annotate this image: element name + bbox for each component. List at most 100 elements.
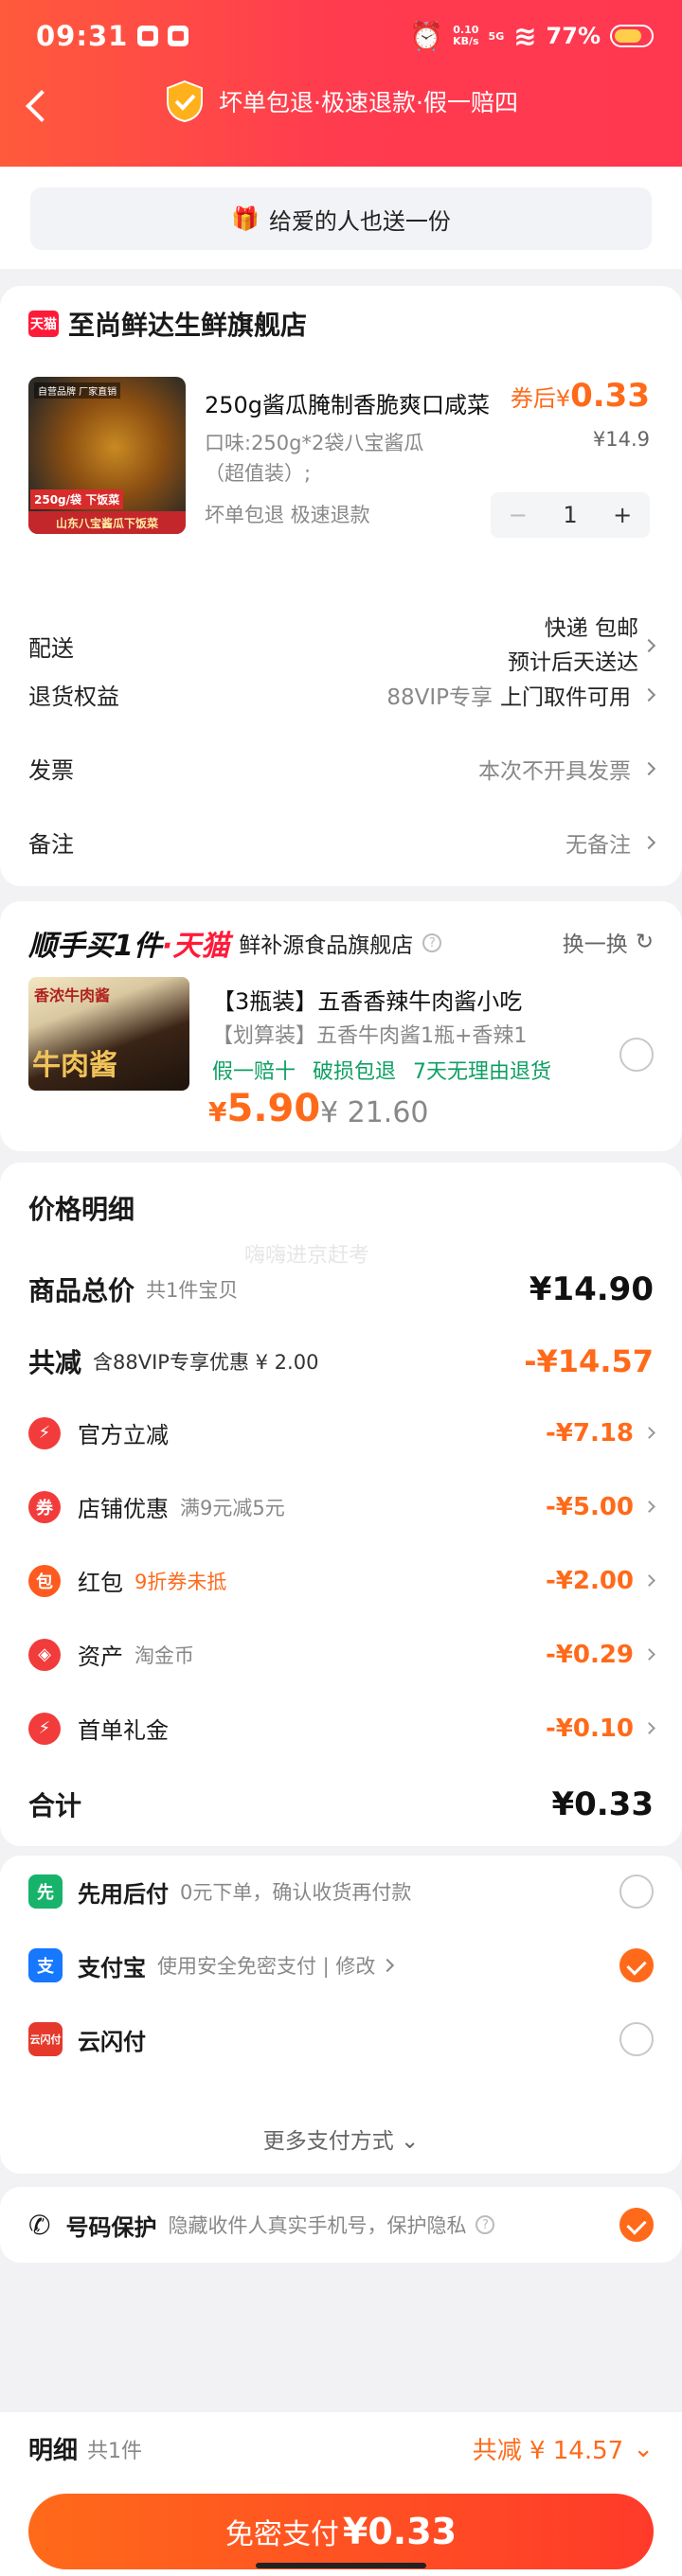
returns-value: 88VIP专享 上门取件可用 — [386, 679, 656, 711]
pay-later-radio[interactable] — [619, 1874, 654, 1909]
price-detail-card: 价格明细 嗨嗨进京赶考 商品总价 共1件宝贝 ¥14.90 共减 含88VIP专… — [0, 1163, 682, 1846]
quantity-increase-button[interactable]: + — [613, 502, 632, 528]
addon-product-image[interactable]: 香浓牛肉酱 牛肉酱 — [28, 977, 189, 1091]
discount-sub: 淘金币 — [135, 1643, 194, 1667]
pay-method-name: 先用后付 — [78, 1880, 169, 1908]
protect-radio[interactable] — [619, 2208, 654, 2242]
addon-price: ¥5.90 — [208, 1087, 321, 1130]
price-detail-title: 价格明细 — [28, 1194, 135, 1225]
discount-row-firstorder[interactable]: ⚡ 首单礼金 -¥0.10 — [28, 1712, 655, 1745]
addon-image-caption: 牛肉酱 — [32, 1049, 117, 1082]
addon-logo: 顺手买1件·天猫 — [28, 930, 230, 963]
lightning-icon: ⚡ — [28, 1416, 61, 1449]
payment-card: 先 先用后付 0元下单，确认收货再付款 支 支付宝 使用安全免密支付 | 修改 … — [0, 1856, 682, 2174]
addon-card: 顺手买1件·天猫 鲜补源食品旗舰店 ? 换一换 ↻ 香浓牛肉酱 牛肉酱 【3瓶装】… — [0, 901, 682, 1151]
pay-method-unionpay[interactable]: 云闪付 云闪付 — [28, 2022, 654, 2056]
discount-row-asset[interactable]: ◈ 资产 淘金币 -¥0.29 — [28, 1638, 655, 1671]
discount-total-label: 共减 — [28, 1347, 82, 1378]
discount-row-shop[interactable]: 券 店铺优惠 满9元减5元 -¥5.00 — [28, 1490, 655, 1523]
pay-later-icon: 先 — [28, 1874, 63, 1909]
shield-check-icon — [164, 80, 206, 123]
saved-amount: 共减 ¥ 14.57 ⌄ — [472, 2434, 654, 2466]
addon-tag: 假一赔十 — [212, 1060, 296, 1084]
number-protect-row[interactable]: ✆ 号码保护 隐藏收件人真实手机号，保护隐私 ? — [28, 2208, 654, 2242]
note-row[interactable]: 备注 无备注 — [28, 826, 656, 859]
swap-button[interactable]: 换一换 ↻ — [563, 926, 654, 958]
discount-row-official[interactable]: ⚡ 官方立减 -¥7.18 — [28, 1416, 655, 1449]
gift-section: 🎁 给爱的人也送一份 — [0, 167, 682, 269]
discount-amount: -¥2.00 — [546, 1567, 655, 1595]
delivery-row[interactable]: 配送 快递 包邮 预计后天送达 — [28, 612, 656, 680]
sum-label: 合计 — [28, 1790, 82, 1821]
product-image[interactable]: 自营品牌 厂家直销 250g/袋 下饭菜 山东八宝酱瓜下饭菜 — [28, 377, 186, 534]
quantity-value[interactable]: 1 — [563, 502, 577, 528]
pay-method-alipay[interactable]: 支 支付宝 使用安全免密支付 | 修改 — [28, 1948, 654, 1982]
protect-desc: 隐藏收件人真实手机号，保护隐私 — [168, 2214, 467, 2237]
status-bar: 09:31 ⏰ 0.10 KB/s 5G ≋ 77% — [36, 13, 654, 59]
addon-original-price: ¥ 21.60 — [320, 1096, 429, 1129]
addon-title[interactable]: 【3瓶装】五香香辣牛肉酱小吃 — [212, 983, 522, 1016]
delivery-label: 配送 — [28, 634, 74, 662]
discount-sub: 9折券未抵 — [135, 1570, 227, 1593]
goods-total-sub: 共1件宝贝 — [146, 1279, 239, 1302]
returns-row[interactable]: 退货权益 88VIP专享 上门取件可用 — [28, 678, 656, 711]
gift-button[interactable]: 🎁 给爱的人也送一份 — [30, 187, 652, 250]
addon-tag: 破损包退 — [313, 1060, 397, 1084]
unionpay-icon: 云闪付 — [28, 2022, 63, 2056]
network-speed: 0.10 KB/s — [453, 24, 479, 47]
discount-total-sub: 含88VIP专享优惠 ¥ 2.00 — [93, 1351, 319, 1374]
app-notification-icon — [168, 26, 189, 46]
discount-amount: -¥5.00 — [546, 1493, 655, 1521]
product-original-price: ¥14.9 — [592, 428, 650, 451]
discount-label: 首单礼金 — [78, 1717, 169, 1744]
sum-row: 合计 ¥0.33 — [28, 1785, 654, 1823]
discount-label: 官方立减 — [78, 1422, 169, 1448]
detail-count: 共1件 — [87, 2439, 143, 2463]
addon-select-radio[interactable] — [619, 1038, 654, 1072]
invoice-row[interactable]: 发票 本次不开具发票 — [28, 752, 656, 785]
red-envelope-icon: 包 — [28, 1564, 61, 1597]
detail-row[interactable]: 明细 共1件 共减 ¥ 14.57 ⌄ — [28, 2431, 654, 2466]
guarantee-banner: 坏单包退·极速退款·假一赔四 — [0, 80, 682, 123]
info-icon[interactable]: ? — [476, 2215, 495, 2234]
home-indicator — [256, 2563, 426, 2568]
pay-method-later[interactable]: 先 先用后付 0元下单，确认收货再付款 — [28, 1874, 654, 1909]
wifi-icon: ≋ — [513, 20, 537, 52]
pay-method-name: 云闪付 — [78, 2028, 146, 2055]
watermark: 嗨嗨进京赶考 — [244, 1244, 370, 1268]
product-price: 券后¥0.33 — [510, 377, 650, 415]
addon-image-label: 香浓牛肉酱 — [34, 986, 111, 1004]
shop-coupon-icon: 券 — [28, 1490, 61, 1523]
quantity-decrease-button[interactable]: − — [509, 502, 528, 528]
addon-shop-name[interactable]: 鲜补源食品旗舰店 — [239, 927, 413, 959]
product-image-badge: 250g/袋 下饭菜 — [30, 489, 124, 509]
battery-icon — [610, 25, 654, 47]
discount-total-row: 共减 含88VIP专享优惠 ¥ 2.00 -¥14.57 — [28, 1342, 654, 1380]
checkout-bar: 明细 共1件 共减 ¥ 14.57 ⌄ 免密支付 ¥0.33 — [0, 2412, 682, 2576]
addon-tags: 假一赔十 破损包退 7天无理由退货 — [212, 1055, 551, 1085]
protect-label: 号码保护 — [65, 2213, 157, 2241]
phone-icon: ✆ — [28, 2209, 51, 2241]
discount-label: 红包 — [78, 1570, 123, 1596]
refresh-icon: ↻ — [635, 930, 654, 954]
product-title[interactable]: 250g酱瓜腌制香脆爽口咸菜 — [205, 386, 490, 419]
unionpay-radio[interactable] — [619, 2022, 654, 2056]
chevron-down-icon: ⌄ — [633, 2434, 654, 2463]
sum-amount: ¥0.33 — [551, 1785, 654, 1823]
more-payment-button[interactable]: 更多支付方式 ⌄ — [0, 2123, 682, 2155]
product-image-tag: 自营品牌 厂家直销 — [34, 382, 121, 399]
product-spec[interactable]: 口味:250g*2袋八宝酱瓜 （超值装）; — [205, 428, 423, 489]
pay-method-desc: 0元下单，确认收货再付款 — [180, 1881, 412, 1904]
info-icon[interactable]: ? — [422, 933, 442, 952]
pay-button[interactable]: 免密支付 ¥0.33 — [28, 2494, 654, 2569]
product-services: 坏单包退 极速退款 — [205, 504, 370, 526]
signal-5g: 5G — [488, 29, 505, 43]
discount-row-redpacket[interactable]: 包 红包 9折券未抵 -¥2.00 — [28, 1564, 655, 1597]
invoice-label: 发票 — [28, 757, 74, 784]
shop-name: 至尚鲜达生鲜旗舰店 — [68, 310, 308, 341]
pay-method-desc[interactable]: 使用安全免密支付 | 修改 — [157, 1951, 375, 1980]
notification-icon — [137, 26, 159, 46]
shop-header[interactable]: 天猫 至尚鲜达生鲜旗舰店 — [28, 305, 307, 343]
quantity-stepper: − 1 + — [491, 492, 650, 538]
alipay-radio[interactable] — [619, 1948, 654, 1982]
